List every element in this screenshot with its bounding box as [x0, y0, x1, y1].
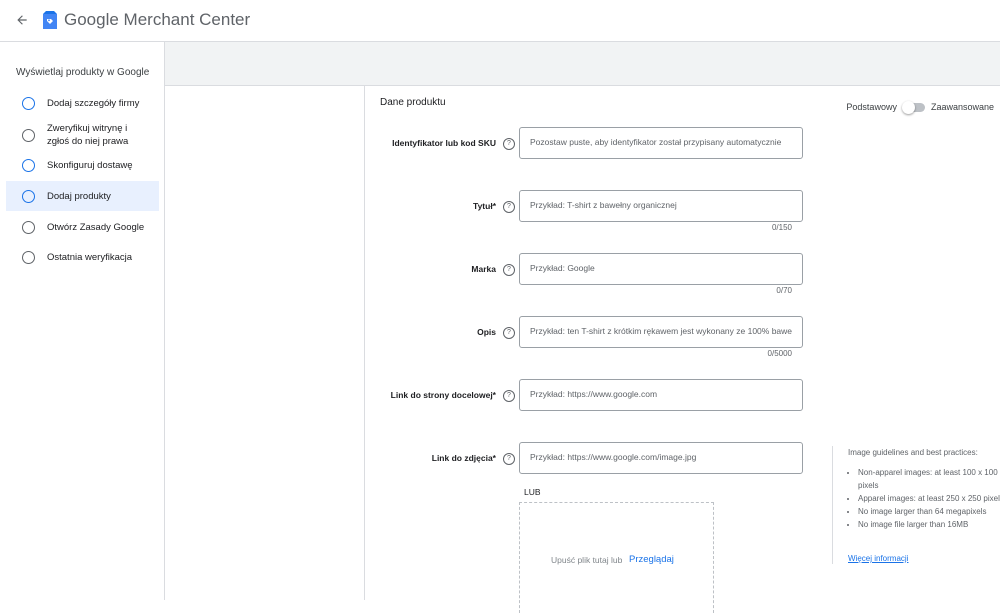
or-label: LUB: [524, 487, 541, 497]
more-info-link[interactable]: Więcej informacji: [848, 554, 908, 563]
step-label: Ostatnia weryfikacja: [47, 251, 133, 263]
description-input[interactable]: [520, 317, 802, 345]
step-circle-icon: [22, 158, 35, 172]
guideline-item: No image larger than 64 megapixels: [858, 505, 1000, 518]
sku-input[interactable]: [520, 128, 802, 156]
title-field: [519, 190, 803, 222]
step-label: Skonfiguruj dostawę: [47, 159, 133, 171]
step-circle-icon: [22, 220, 35, 234]
toggle-knob: [901, 100, 915, 114]
sidebar-step-final-review[interactable]: Ostatnia weryfikacja: [6, 250, 159, 264]
brand-label: Marka: [471, 264, 496, 274]
image-link-field: [519, 442, 803, 474]
mode-toggle-switch[interactable]: [901, 100, 925, 114]
browse-button[interactable]: Przeglądaj: [629, 554, 674, 565]
drop-zone-text: Upuść plik tutaj lub: [551, 555, 623, 565]
top-bar: Google Merchant Center: [0, 0, 1000, 42]
help-icon[interactable]: ?: [503, 138, 515, 150]
content-header-band: [165, 42, 1000, 86]
step-circle-icon: [22, 128, 35, 142]
sidebar-title: Wyświetlaj produkty w Google: [16, 67, 150, 78]
sidebar-step-policies[interactable]: Otwórz Zasady Google: [6, 220, 159, 234]
image-link-label: Link do zdjęcia*: [431, 453, 496, 463]
brand-input[interactable]: [520, 254, 802, 282]
step-circle-icon: [22, 250, 35, 264]
title-input[interactable]: [520, 191, 802, 219]
guideline-item: Non-apparel images: at least 100 x 100 p…: [858, 466, 1000, 492]
description-char-counter: 0/5000: [767, 349, 792, 358]
image-link-input[interactable]: [520, 443, 802, 471]
description-field: [519, 316, 803, 348]
help-icon[interactable]: ?: [503, 264, 515, 276]
sidebar-step-shipping[interactable]: Skonfiguruj dostawę: [6, 158, 159, 172]
step-label: Dodaj szczegóły firmy: [47, 97, 140, 109]
merchant-center-logo: [41, 11, 59, 29]
help-icon[interactable]: ?: [503, 327, 515, 339]
sidebar-step-verify-site[interactable]: Zweryfikuj witrynę i zgłoś do niej prawa: [6, 121, 159, 149]
sidebar-step-add-products[interactable]: Dodaj produkty: [6, 181, 159, 211]
guideline-item: No image file larger than 16MB: [858, 518, 1000, 531]
sku-field: [519, 127, 803, 159]
step-circle-icon: [22, 96, 35, 110]
title-label: Tytuł*: [473, 201, 496, 211]
toggle-label-advanced: Zaawansowane: [930, 102, 994, 112]
guideline-item: Apparel images: at least 250 x 250 pixel…: [858, 492, 1000, 505]
landing-page-label: Link do strony docelowej*: [390, 390, 496, 400]
image-guidelines-list: Non-apparel images: at least 100 x 100 p…: [843, 466, 1000, 531]
sidebar-step-business-details[interactable]: Dodaj szczegóły firmy: [6, 96, 159, 110]
landing-page-field: [519, 379, 803, 411]
step-circle-icon: [22, 189, 35, 203]
brand-char-counter: 0/70: [776, 286, 792, 295]
brand-product: Merchant Center: [118, 10, 251, 29]
image-guidelines-panel: Non-apparel images: at least 100 x 100 p…: [832, 446, 1000, 564]
brand-field: [519, 253, 803, 285]
arrow-back-icon[interactable]: [12, 10, 32, 30]
description-label: Opis: [477, 327, 496, 337]
help-icon[interactable]: ?: [503, 390, 515, 402]
mode-toggle-group: Podstawowy Zaawansowane: [846, 100, 994, 114]
step-label: Otwórz Zasady Google: [47, 221, 145, 233]
section-title: Dane produktu: [380, 97, 446, 108]
title-char-counter: 0/150: [771, 223, 792, 232]
toggle-label-basic: Podstawowy: [846, 102, 897, 112]
help-icon[interactable]: ?: [503, 201, 515, 213]
app-title: Google Merchant Center: [64, 10, 250, 30]
landing-page-input[interactable]: [520, 380, 802, 408]
sku-label: Identyfikator lub kod SKU: [392, 138, 496, 148]
brand-google: Google: [64, 10, 119, 29]
step-label: Dodaj produkty: [47, 190, 111, 202]
help-icon[interactable]: ?: [503, 453, 515, 465]
content-left-column: [165, 86, 365, 600]
step-label: Zweryfikuj witrynę i zgłoś do niej prawa: [47, 123, 129, 147]
